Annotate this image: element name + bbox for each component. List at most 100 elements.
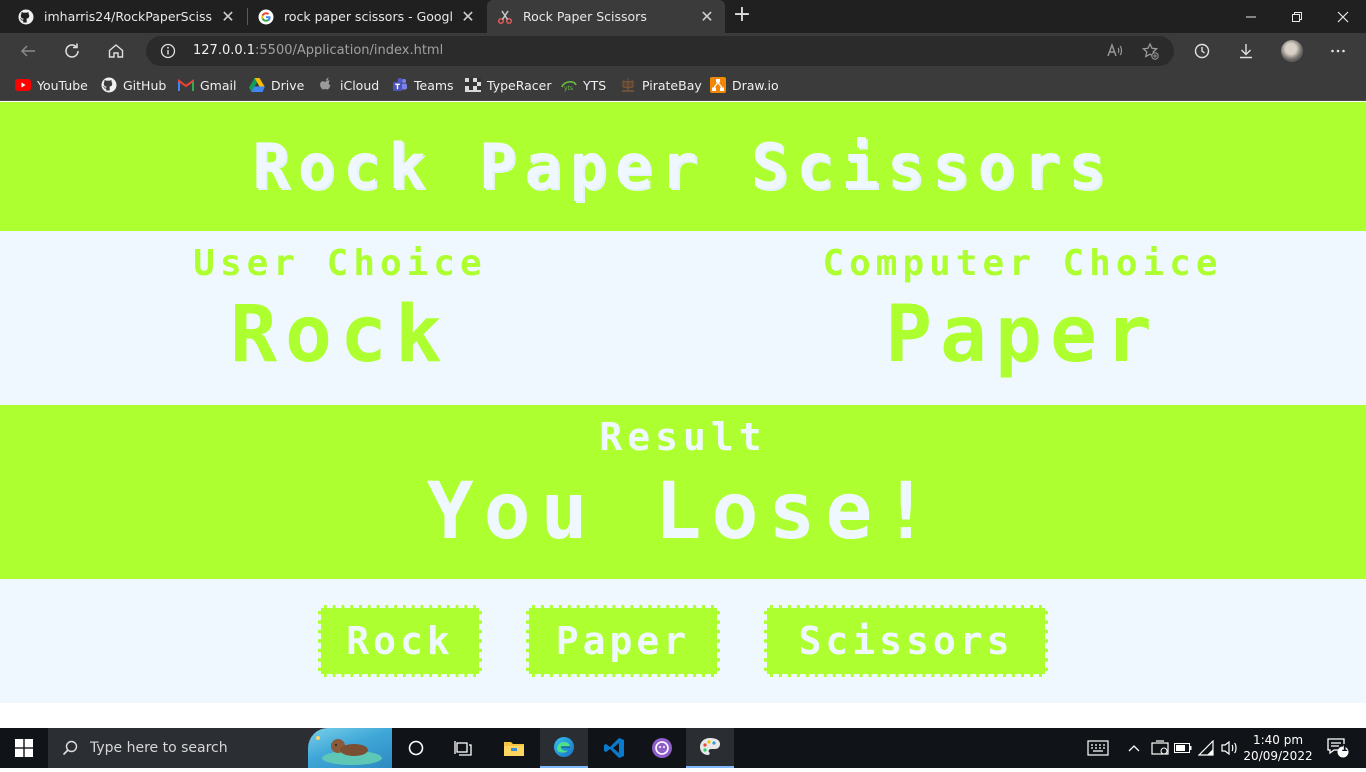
security-icon bbox=[1151, 740, 1169, 755]
windows-icon bbox=[15, 739, 33, 757]
restore-button[interactable] bbox=[1274, 0, 1320, 33]
drive-icon bbox=[249, 77, 265, 93]
url-text: 127.0.0.1:5500/Application/index.html bbox=[193, 43, 444, 58]
clock-time: 1:40 pm bbox=[1252, 733, 1304, 747]
bookmark-label: GitHub bbox=[123, 77, 167, 93]
bookmark-label: iCloud bbox=[340, 77, 380, 93]
scissors-icon bbox=[497, 9, 513, 25]
start-button[interactable] bbox=[0, 728, 48, 768]
choice-buttons-section: Rock Paper Scissors bbox=[0, 579, 1366, 703]
bookmark-label: Gmail bbox=[200, 77, 237, 93]
history-button[interactable] bbox=[1187, 36, 1217, 66]
downloads-button[interactable] bbox=[1231, 36, 1261, 66]
computer-choice-label: Computer Choice bbox=[822, 243, 1223, 284]
taskbar-paint[interactable] bbox=[686, 728, 734, 768]
cortana-icon bbox=[408, 740, 424, 756]
gmail-icon bbox=[178, 77, 194, 93]
computer-choice-panel: Computer Choice Paper bbox=[760, 231, 1285, 380]
browser-tab-bar: imharris24/RockPaperScissors-JS ✕ rock p… bbox=[0, 0, 1366, 33]
close-tab-icon[interactable]: ✕ bbox=[220, 7, 236, 26]
bookmark-piratebay[interactable]: PirateBay bbox=[620, 76, 702, 94]
choices-section: User Choice Rock Computer Choice Paper bbox=[0, 231, 1366, 405]
bookmark-github[interactable]: GitHub bbox=[101, 76, 166, 94]
battery-icon bbox=[1174, 743, 1192, 753]
result-label: Result bbox=[599, 415, 767, 459]
bookmark-label: PirateBay bbox=[642, 77, 702, 93]
address-bar[interactable]: 127.0.0.1:5500/Application/index.html bbox=[146, 36, 1174, 66]
cortana-button[interactable] bbox=[396, 728, 436, 768]
tab-title: Rock Paper Scissors bbox=[523, 9, 647, 24]
task-view-icon bbox=[454, 741, 472, 756]
minimize-button[interactable] bbox=[1228, 0, 1274, 33]
github-desktop-icon bbox=[652, 738, 672, 758]
page-viewport: Rock Paper Scissors User Choice Rock Com… bbox=[0, 102, 1366, 728]
taskbar-github-desktop[interactable] bbox=[638, 728, 686, 768]
close-window-button[interactable] bbox=[1320, 0, 1366, 33]
clock-tray-button[interactable]: 1:40 pm 20/09/2022 bbox=[1243, 728, 1313, 768]
edge-icon bbox=[554, 737, 574, 757]
defender-tray-button[interactable] bbox=[1148, 728, 1172, 768]
touch-keyboard-icon bbox=[1087, 740, 1109, 756]
clock-date: 20/09/2022 bbox=[1243, 749, 1313, 763]
bookmark-yts[interactable]: yts YTS bbox=[561, 76, 606, 94]
wifi-tray-button[interactable] bbox=[1196, 728, 1218, 768]
page-title: Rock Paper Scissors bbox=[252, 130, 1114, 203]
add-favorite-icon[interactable] bbox=[1141, 42, 1159, 64]
result-section: Result You Lose! bbox=[0, 405, 1366, 579]
show-hidden-icons-button[interactable] bbox=[1124, 728, 1144, 768]
bookmark-gmail[interactable]: Gmail bbox=[178, 76, 236, 94]
taskbar-search-box[interactable]: Type here to search bbox=[48, 728, 392, 768]
taskbar-file-explorer[interactable] bbox=[490, 728, 538, 768]
taskbar-vscode[interactable] bbox=[590, 728, 638, 768]
profile-avatar[interactable] bbox=[1281, 40, 1303, 62]
github-icon bbox=[101, 77, 117, 93]
task-view-button[interactable] bbox=[443, 728, 483, 768]
teams-icon bbox=[392, 77, 408, 93]
battery-tray-button[interactable] bbox=[1172, 728, 1194, 768]
action-center-button[interactable]: 1 bbox=[1318, 728, 1358, 768]
new-tab-button[interactable]: + bbox=[730, 4, 754, 28]
rock-button[interactable]: Rock bbox=[318, 605, 482, 677]
bookmarks-bar: YouTube GitHub Gmail Drive iCloud Teams … bbox=[0, 69, 1366, 101]
user-choice-panel: User Choice Rock bbox=[90, 231, 590, 380]
tab-title: rock paper scissors - Google Sea bbox=[284, 9, 452, 24]
tab-github-repo[interactable]: imharris24/RockPaperScissors-JS ✕ bbox=[8, 0, 246, 33]
keyboard-tray-button[interactable] bbox=[1084, 728, 1112, 768]
bookmark-drive[interactable]: Drive bbox=[249, 76, 304, 94]
windows-taskbar: Type here to search 1:40 pm 20/09/2022 1 bbox=[0, 728, 1366, 768]
taskbar-edge[interactable] bbox=[540, 728, 588, 768]
read-aloud-icon[interactable] bbox=[1106, 42, 1124, 64]
info-icon[interactable] bbox=[160, 43, 176, 63]
back-button[interactable] bbox=[13, 36, 43, 66]
paint-icon bbox=[700, 738, 720, 755]
bookmark-youtube[interactable]: YouTube bbox=[15, 76, 88, 94]
refresh-button[interactable] bbox=[57, 36, 87, 66]
yts-icon: yts bbox=[561, 77, 577, 93]
bookmark-drawio[interactable]: Draw.io bbox=[710, 76, 779, 94]
more-menu-button[interactable] bbox=[1323, 36, 1353, 66]
tab-title: imharris24/RockPaperScissors-JS bbox=[44, 9, 212, 24]
volume-tray-button[interactable] bbox=[1218, 728, 1242, 768]
bookmark-icloud[interactable]: iCloud bbox=[318, 76, 379, 94]
paper-button[interactable]: Paper bbox=[526, 605, 720, 677]
typeracer-icon bbox=[465, 77, 481, 93]
bookmark-label: YTS bbox=[583, 77, 607, 93]
svg-text:yts: yts bbox=[564, 85, 573, 92]
close-tab-icon[interactable]: ✕ bbox=[699, 7, 715, 26]
notification-count: 1 bbox=[1341, 743, 1348, 754]
search-icon bbox=[62, 740, 78, 756]
home-button[interactable] bbox=[101, 36, 131, 66]
bookmark-typeracer[interactable]: TypeRacer bbox=[465, 76, 551, 94]
chevron-up-icon bbox=[1128, 745, 1140, 752]
bookmark-label: YouTube bbox=[37, 77, 88, 93]
bookmark-teams[interactable]: Teams bbox=[392, 76, 454, 94]
computer-choice-value: Paper bbox=[885, 290, 1160, 380]
tab-google-search[interactable]: rock paper scissors - Google Sea ✕ bbox=[248, 0, 486, 33]
wifi-icon bbox=[1198, 740, 1214, 756]
scissors-button[interactable]: Scissors bbox=[764, 605, 1048, 677]
search-placeholder: Type here to search bbox=[90, 740, 228, 756]
search-highlight-illustration bbox=[308, 728, 392, 768]
tab-rock-paper-scissors[interactable]: Rock Paper Scissors ✕ bbox=[487, 0, 725, 33]
bookmark-label: Teams bbox=[414, 77, 454, 93]
close-tab-icon[interactable]: ✕ bbox=[460, 7, 476, 26]
